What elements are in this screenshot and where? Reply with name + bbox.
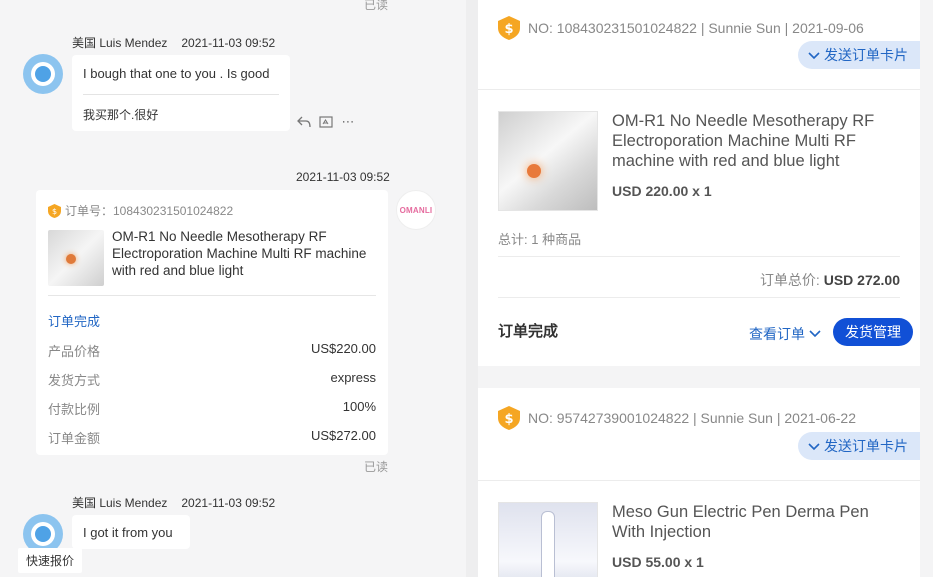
quick-quote-button[interactable]: 快速报价 [18, 548, 83, 573]
more-icon[interactable]: ⋯ [340, 114, 356, 130]
product-thumbnail [48, 230, 104, 286]
order-total-value: USD 272.00 [823, 272, 900, 288]
translation-text: 我买那个.很好 [83, 108, 159, 122]
view-order-link[interactable]: 查看订单 [749, 324, 821, 344]
order-row: 订单金额 US$272.00 [48, 428, 376, 447]
send-order-card-button[interactable]: 发送订单卡片 [798, 41, 920, 69]
message-time: 2021-11-03 09:52 [181, 496, 276, 510]
order-header-text: NO: 108430231501024822 | Sunnie Sun | 20… [528, 20, 864, 36]
read-status: 已读 [364, 0, 389, 12]
row-value: 100% [342, 399, 376, 414]
message-meta: 美国 Luis Mendez 2021-11-03 09:52 [72, 494, 275, 511]
order-badge-icon: $ [498, 16, 520, 40]
row-value: US$220.00 [310, 341, 376, 356]
message-bubble[interactable]: I got it from you [72, 515, 190, 549]
orders-pane: $ NO: 108430231501024822 | Sunnie Sun | … [478, 0, 933, 577]
message-meta: 美国 Luis Mendez 2021-11-03 09:52 [72, 34, 275, 51]
svg-text:$: $ [504, 22, 513, 37]
chevron-down-icon [808, 438, 820, 454]
order-badge-icon: $ [498, 406, 520, 430]
order-header: $ NO: 108430231501024822 | Sunnie Sun | … [498, 16, 864, 40]
pane-divider [466, 0, 478, 577]
product-title[interactable]: Meso Gun Electric Pen Derma Pen With Inj… [612, 502, 902, 542]
row-label: 付款比例 [48, 402, 101, 417]
row-label: 订单金额 [48, 431, 101, 446]
item-summary: 总计: 1 种商品 [498, 232, 582, 247]
divider [498, 297, 900, 298]
message-actions: ⋯ [296, 114, 356, 130]
order-total: 订单总价: USD 272.00 [760, 270, 900, 290]
reply-icon[interactable] [296, 114, 312, 130]
row-label: 发货方式 [48, 373, 101, 388]
svg-text:$: $ [52, 207, 57, 216]
chat-pane: 已读 美国 Luis Mendez 2021-11-03 09:52 I boug… [0, 0, 466, 577]
order-header: $ NO: 95742739001024822 | Sunnie Sun | 2… [498, 406, 856, 430]
product-price: USD 220.00 x 1 [612, 183, 712, 199]
order-panel: $ NO: 108430231501024822 | Sunnie Sun | … [478, 0, 920, 366]
shop-logo-avatar[interactable]: OMANLI [396, 190, 436, 230]
product-image[interactable] [498, 502, 598, 577]
order-total-label: 订单总价: [759, 272, 820, 288]
row-value: US$272.00 [310, 428, 376, 443]
divider [83, 94, 279, 95]
row-value: express [330, 370, 376, 385]
row-label: 产品价格 [48, 344, 101, 359]
sender-name: 美国 Luis Mendez [72, 36, 168, 50]
order-header-text: NO: 95742739001024822 | Sunnie Sun | 202… [528, 410, 856, 426]
order-row: 发货方式 express [48, 370, 376, 389]
read-status: 已读 [364, 460, 389, 474]
product-price: USD 55.00 x 1 [612, 554, 704, 570]
order-panel: $ NO: 95742739001024822 | Sunnie Sun | 2… [478, 388, 920, 577]
order-row: 付款比例 100% [48, 399, 376, 418]
send-order-card-label: 发送订单卡片 [824, 47, 908, 63]
product-title[interactable]: OM-R1 No Needle Mesotherapy RF Electropo… [612, 111, 902, 171]
chevron-down-icon [809, 330, 821, 338]
divider [48, 295, 376, 296]
divider [478, 89, 920, 90]
order-number-text: 订单号：108430231501024822 [65, 204, 234, 218]
message-bubble[interactable]: I bough that one to you . Is good 我买那个.很… [72, 55, 290, 131]
product-image[interactable] [498, 111, 598, 211]
send-order-card-label: 发送订单卡片 [824, 438, 908, 454]
translate-icon[interactable] [318, 114, 334, 130]
divider [478, 480, 920, 481]
order-card[interactable]: $ 订单号：108430231501024822 OM-R1 No Needle… [36, 190, 388, 455]
product-title: OM-R1 No Needle Mesotherapy RF Electropo… [112, 229, 367, 278]
order-status: 订单完成 [498, 323, 559, 340]
message-text: I got it from you [83, 525, 173, 540]
order-status-link[interactable]: 订单完成 [48, 311, 100, 330]
order-badge-icon: $ [48, 203, 61, 218]
message-time: 2021-11-03 09:52 [296, 170, 390, 184]
avatar[interactable] [23, 54, 63, 94]
chevron-down-icon [808, 47, 820, 63]
send-order-card-button[interactable]: 发送订单卡片 [798, 432, 920, 460]
message-text: I bough that one to you . Is good [83, 66, 270, 81]
svg-text:$: $ [504, 412, 513, 427]
view-order-label: 查看订单 [749, 326, 805, 342]
divider [498, 256, 900, 257]
sender-name: 美国 Luis Mendez [72, 496, 168, 510]
shipping-management-button[interactable]: 发货管理 [833, 318, 913, 346]
message-time: 2021-11-03 09:52 [181, 36, 276, 50]
order-number: $ 订单号：108430231501024822 [48, 202, 233, 219]
order-row: 产品价格 US$220.00 [48, 341, 376, 360]
